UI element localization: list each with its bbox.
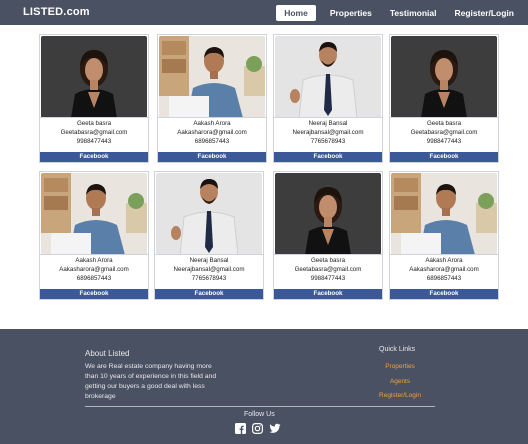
agent-card: Neeraj Bansal Neerajbansal@gmail.com 77656… — [273, 34, 383, 163]
facebook-button[interactable]: Facebook — [155, 289, 263, 299]
agent-info: Geeta basra Geetabasra@gmail.com 998847744… — [274, 254, 382, 283]
twitter-icon[interactable] — [269, 421, 281, 433]
agent-phone: 6896857443 — [76, 275, 112, 282]
brand-logo[interactable]: LISTED.com — [23, 6, 90, 18]
agent-info: Geeta basra Geetabasra@gmail.com 998847744… — [390, 117, 498, 146]
agent-photo — [391, 173, 497, 255]
agent-email: Geetabasra@gmail.com — [60, 129, 128, 136]
agent-photo — [391, 36, 497, 118]
agent-card: Geeta basra Geetabasra@gmail.com 998847744… — [39, 34, 149, 163]
agent-info: Neeraj Bansal Neerajbansal@gmail.com 77656… — [155, 254, 263, 283]
about-title: About Listed — [85, 349, 130, 358]
facebook-button[interactable]: Facebook — [40, 289, 148, 299]
facebook-button[interactable]: Facebook — [40, 152, 148, 162]
agent-info: Geeta basra Geetabasra@gmail.com 998847744… — [40, 117, 148, 146]
nav-properties[interactable]: Properties — [326, 6, 376, 20]
footer: About Listed We are Real estate company … — [0, 329, 528, 444]
facebook-button[interactable]: Facebook — [390, 152, 498, 162]
agent-card: Aakash Arora Aakasharora@gmail.com 6896857… — [157, 34, 267, 163]
agent-info: Aakash Arora Aakasharora@gmail.com 6896857… — [158, 117, 266, 146]
footer-link-agents[interactable]: Agents — [370, 378, 430, 385]
agent-email: Neerajbansal@gmail.com — [173, 266, 245, 273]
social-icons — [235, 421, 281, 435]
agent-phone: 6896857443 — [194, 138, 230, 145]
agent-photo — [275, 36, 381, 118]
agent-card: Aakash Arora Aakasharora@gmail.com 6896857… — [389, 171, 499, 300]
agent-email: Aakasharora@gmail.com — [59, 266, 129, 273]
agent-info: Aakash Arora Aakasharora@gmail.com 6896857… — [390, 254, 498, 283]
agent-phone: 7765678943 — [310, 138, 346, 145]
facebook-icon[interactable] — [235, 421, 246, 434]
instagram-icon[interactable] — [252, 421, 264, 435]
footer-link-properties[interactable]: Properties — [370, 363, 430, 370]
facebook-button[interactable]: Facebook — [274, 152, 382, 162]
agent-name: Aakash Arora — [75, 257, 113, 264]
agent-info: Neeraj Bansal Neerajbansal@gmail.com 77656… — [274, 117, 382, 146]
agent-phone: 7765678943 — [191, 275, 227, 282]
agent-photo — [275, 173, 381, 255]
agent-name: Neeraj Bansal — [189, 257, 229, 264]
agent-photo — [41, 36, 147, 118]
agent-name: Neeraj Bansal — [308, 120, 348, 127]
agent-card: Geeta basra Geetabasra@gmail.com 998847744… — [273, 171, 383, 300]
follow-us-label: Follow Us — [244, 411, 275, 418]
agent-email: Aakasharora@gmail.com — [177, 129, 247, 136]
agent-phone: 9988477443 — [310, 275, 346, 282]
agent-email: Geetabasra@gmail.com — [294, 266, 362, 273]
agent-photo — [156, 173, 262, 255]
agent-email: Aakasharora@gmail.com — [409, 266, 479, 273]
agent-info: Aakash Arora Aakasharora@gmail.com 6896857… — [40, 254, 148, 283]
agent-phone: 6896857443 — [426, 275, 462, 282]
agent-email: Neerajbansal@gmail.com — [292, 129, 364, 136]
navbar: LISTED.com Home Properties Testimonial R… — [0, 0, 528, 25]
facebook-button[interactable]: Facebook — [390, 289, 498, 299]
agent-name: Geeta basra — [426, 120, 462, 127]
agent-name: Geeta basra — [310, 257, 346, 264]
agent-photo — [159, 36, 265, 118]
footer-link-register[interactable]: Register/Login — [370, 392, 430, 399]
facebook-button[interactable]: Facebook — [158, 152, 266, 162]
facebook-button[interactable]: Facebook — [274, 289, 382, 299]
nav-home[interactable]: Home — [276, 5, 316, 21]
agent-name: Geeta basra — [76, 120, 112, 127]
agent-card: Aakash Arora Aakasharora@gmail.com 6896857… — [39, 171, 149, 300]
agent-name: Aakash Arora — [193, 120, 231, 127]
agent-card: Geeta basra Geetabasra@gmail.com 998847744… — [389, 34, 499, 163]
agent-email: Geetabasra@gmail.com — [410, 129, 478, 136]
agent-photo — [41, 173, 147, 255]
agent-phone: 9988477443 — [426, 138, 462, 145]
footer-divider — [85, 406, 435, 407]
about-text: We are Real estate company having more t… — [85, 363, 217, 400]
agent-name: Aakash Arora — [425, 257, 463, 264]
agent-phone: 9988477443 — [76, 138, 112, 145]
agent-card: Neeraj Bansal Neerajbansal@gmail.com 77656… — [154, 171, 264, 300]
nav-testimonial[interactable]: Testimonial — [386, 6, 441, 20]
nav-register-login[interactable]: Register/Login — [450, 6, 518, 20]
quick-links-title: Quick Links — [379, 346, 416, 353]
nav-links: Home Properties Testimonial Register/Log… — [276, 5, 518, 21]
